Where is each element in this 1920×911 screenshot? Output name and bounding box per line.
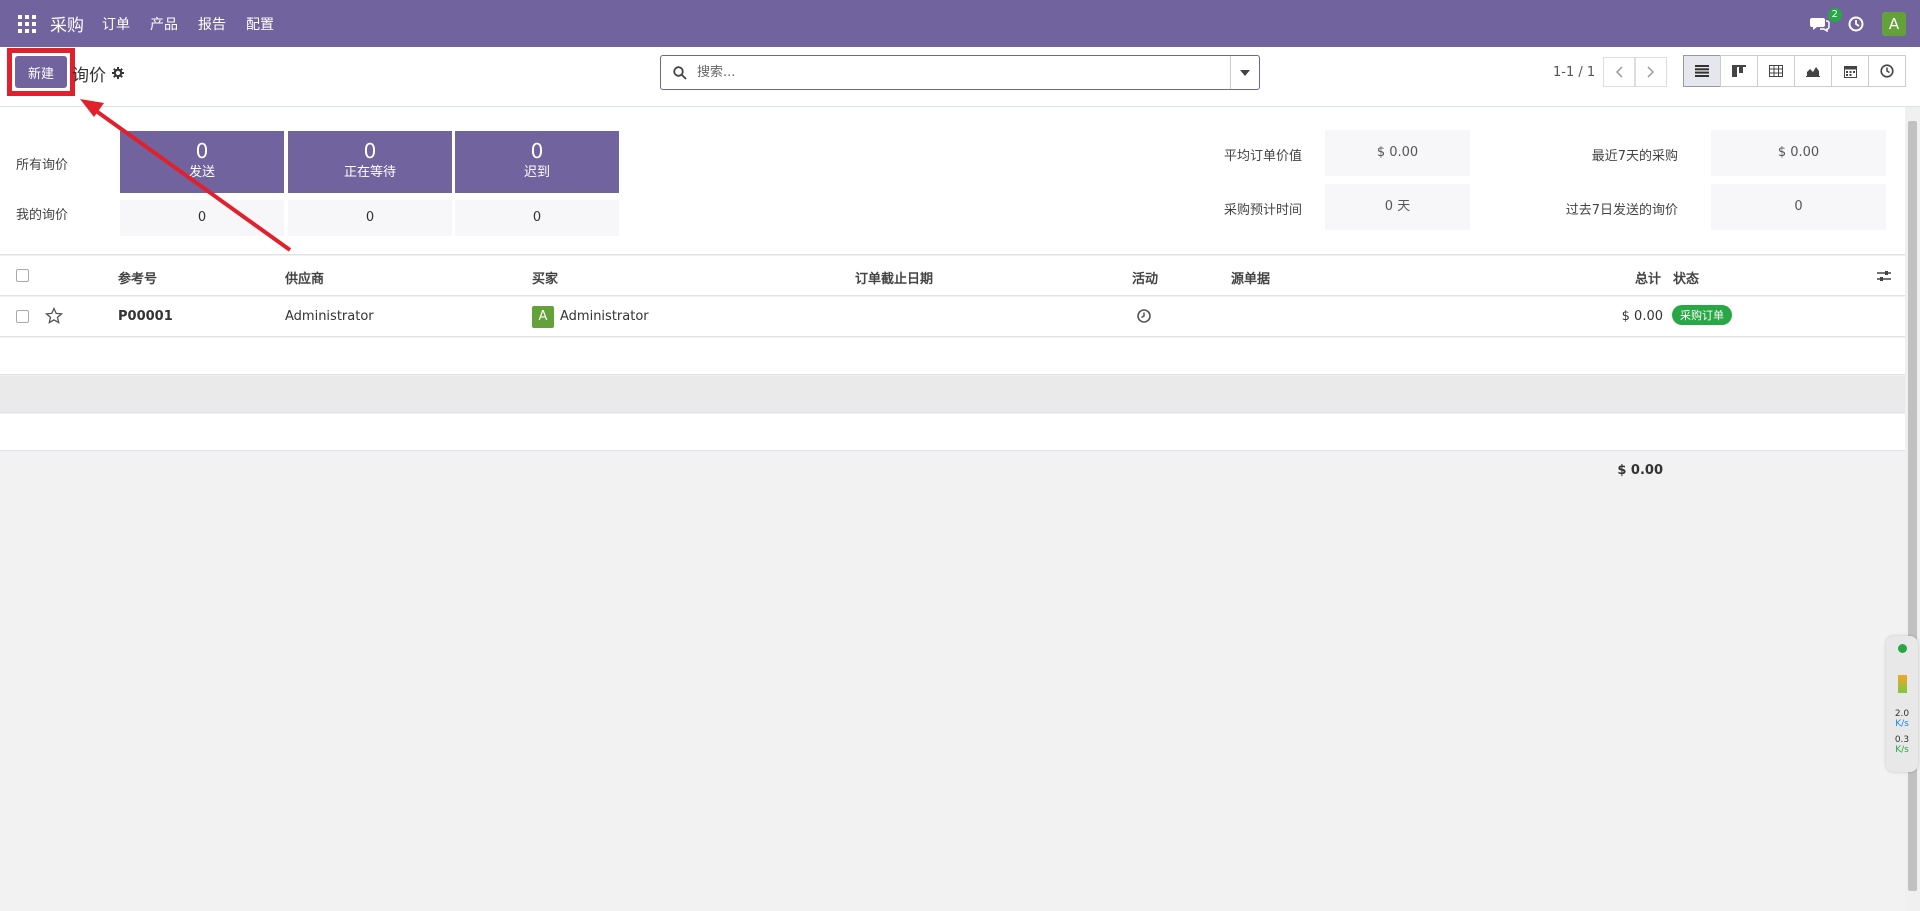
list-icon bbox=[1695, 65, 1709, 77]
download-unit: K/s bbox=[1895, 745, 1909, 755]
menu-configuration[interactable]: 配置 bbox=[246, 14, 274, 34]
all-rfqs-label: 所有询价 bbox=[16, 158, 69, 173]
avg-order-value: $ 0.00 bbox=[1325, 130, 1470, 176]
calendar-view-button[interactable] bbox=[1831, 55, 1869, 87]
kanban-view-button[interactable] bbox=[1720, 55, 1758, 87]
column-buyer[interactable]: 买家 bbox=[532, 268, 558, 287]
empty-row bbox=[0, 414, 1905, 451]
search-bar bbox=[660, 55, 1260, 90]
my-rfqs-label: 我的询价 bbox=[16, 208, 69, 223]
control-panel: 新建 询价 1-1 / 1 bbox=[0, 47, 1920, 107]
upload-unit: K/s bbox=[1895, 719, 1909, 729]
last7-purchase-value: $ 0.00 bbox=[1711, 130, 1886, 176]
chat-count-badge: 2 bbox=[1827, 7, 1842, 22]
my-waiting-count[interactable]: 0 bbox=[288, 200, 452, 236]
row-checkbox[interactable] bbox=[16, 310, 29, 323]
lead-time-label: 采购预计时间 bbox=[1223, 203, 1302, 218]
clock-icon bbox=[1880, 64, 1894, 78]
list-view-button[interactable] bbox=[1683, 55, 1721, 87]
gear-icon[interactable] bbox=[112, 67, 124, 79]
column-source-document[interactable]: 源单据 bbox=[1231, 268, 1270, 287]
row-reference: P00001 bbox=[118, 309, 173, 324]
sent7-rfq-label: 过去7日发送的询价 bbox=[1565, 203, 1678, 218]
last7-purchase-label: 最近7天的采购 bbox=[1591, 149, 1678, 164]
tile-waiting-count: 0 bbox=[363, 139, 377, 163]
avg-order-label: 平均订单价值 bbox=[1223, 149, 1302, 164]
grand-total: $ 0.00 bbox=[1617, 463, 1663, 478]
upload-speed: 2.0 bbox=[1894, 709, 1910, 719]
column-total[interactable]: 总计 bbox=[1635, 268, 1661, 287]
scroll-thumb[interactable] bbox=[1908, 121, 1917, 891]
search-options-toggle[interactable] bbox=[1230, 56, 1259, 89]
app-menu-icon[interactable] bbox=[18, 14, 36, 33]
column-status[interactable]: 状态 bbox=[1673, 268, 1699, 287]
sent7-rfq-value: 0 bbox=[1711, 184, 1886, 230]
tile-late[interactable]: 0 迟到 bbox=[455, 131, 619, 193]
empty-row bbox=[0, 338, 1905, 375]
breadcrumb-title: 询价 bbox=[72, 66, 106, 86]
column-activity[interactable]: 活动 bbox=[1132, 268, 1158, 287]
download-speed: 0.3 bbox=[1894, 735, 1910, 745]
menu-orders[interactable]: 订单 bbox=[102, 14, 130, 34]
tile-sent-count: 0 bbox=[195, 139, 209, 163]
calendar-icon bbox=[1843, 65, 1857, 78]
tile-late-count: 0 bbox=[530, 139, 544, 163]
highlight-box: 新建 bbox=[7, 48, 75, 96]
speed-meter-icon bbox=[1897, 675, 1907, 693]
list-footer: $ 0.00 bbox=[0, 450, 1905, 490]
list-header: 参考号 供应商 买家 订单截止日期 活动 源单据 总计 状态 bbox=[0, 256, 1905, 296]
row-total: $ 0.00 bbox=[1621, 309, 1663, 324]
area-chart-icon bbox=[1806, 67, 1820, 77]
purchase-dashboard: 所有询价 我的询价 0 发送 0 正在等待 0 迟到 0 0 0 平均订单价值 … bbox=[0, 107, 1905, 255]
search-icon bbox=[673, 66, 687, 80]
status-badge: 采购订单 bbox=[1672, 305, 1732, 325]
buyer-avatar: A bbox=[532, 306, 554, 328]
tile-sent-label: 发送 bbox=[188, 165, 215, 180]
status-dot-icon bbox=[1897, 644, 1907, 653]
vertical-scrollbar[interactable] bbox=[1905, 107, 1920, 911]
user-avatar[interactable]: A bbox=[1882, 11, 1906, 36]
tile-sent[interactable]: 0 发送 bbox=[120, 131, 284, 193]
graph-view-button[interactable] bbox=[1794, 55, 1832, 87]
kanban-icon bbox=[1732, 65, 1746, 77]
tile-late-label: 迟到 bbox=[523, 165, 550, 180]
chevron-right-icon bbox=[1647, 66, 1655, 78]
lead-time-value: 0 天 bbox=[1325, 184, 1470, 230]
table-icon bbox=[1769, 65, 1783, 77]
my-sent-count[interactable]: 0 bbox=[120, 200, 284, 236]
chat-icon[interactable]: 2 bbox=[1810, 7, 1842, 32]
network-speed-widget[interactable]: 2.0 K/s 0.3 K/s bbox=[1886, 636, 1918, 772]
star-icon[interactable] bbox=[45, 307, 63, 325]
pager-value[interactable]: 1-1 / 1 bbox=[1553, 65, 1595, 80]
pager-next-button[interactable] bbox=[1635, 57, 1667, 87]
tile-waiting[interactable]: 0 正在等待 bbox=[288, 131, 452, 193]
view-switcher bbox=[1683, 55, 1906, 87]
select-all-checkbox[interactable] bbox=[16, 269, 29, 282]
optional-columns-icon[interactable] bbox=[1876, 268, 1892, 284]
activity-view-button[interactable] bbox=[1868, 55, 1906, 87]
row-vendor: Administrator bbox=[285, 309, 374, 324]
table-row[interactable]: P00001 Administrator A Administrator $ 0… bbox=[0, 297, 1905, 337]
top-navbar: 采购 订单 产品 报告 配置 2 A bbox=[0, 0, 1920, 47]
pager-previous-button[interactable] bbox=[1603, 57, 1635, 87]
menu-reporting[interactable]: 报告 bbox=[198, 14, 226, 34]
chevron-left-icon bbox=[1615, 66, 1623, 78]
row-buyer: Administrator bbox=[560, 309, 649, 324]
tile-waiting-label: 正在等待 bbox=[343, 165, 396, 180]
search-input[interactable] bbox=[697, 60, 1217, 85]
my-late-count[interactable]: 0 bbox=[455, 200, 619, 236]
column-order-deadline[interactable]: 订单截止日期 bbox=[855, 268, 933, 287]
column-reference[interactable]: 参考号 bbox=[118, 268, 157, 287]
caret-down-icon bbox=[1240, 69, 1250, 76]
menu-products[interactable]: 产品 bbox=[150, 14, 178, 34]
activity-clock-icon[interactable] bbox=[1848, 16, 1864, 32]
new-button[interactable]: 新建 bbox=[15, 56, 67, 88]
empty-row bbox=[0, 376, 1905, 413]
pivot-view-button[interactable] bbox=[1757, 55, 1795, 87]
activity-clock-icon[interactable] bbox=[1136, 308, 1152, 324]
app-title[interactable]: 采购 bbox=[50, 11, 84, 36]
column-vendor[interactable]: 供应商 bbox=[285, 268, 324, 287]
